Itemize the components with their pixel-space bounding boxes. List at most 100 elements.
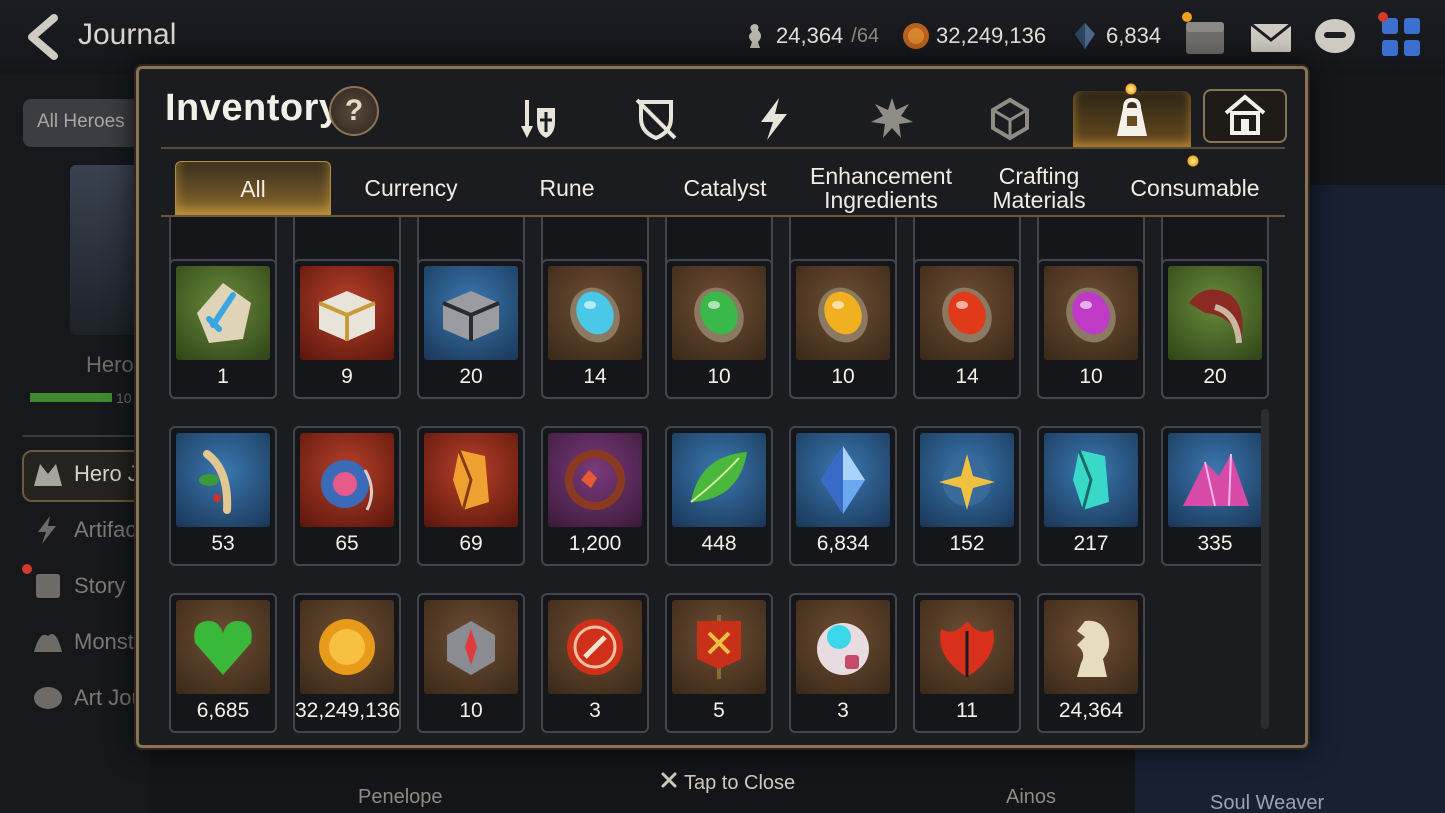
red-leaf-icon [940, 621, 994, 677]
inventory-item[interactable]: 14 [541, 259, 649, 399]
top-bar: Journal 24,364/64 32,249,136 6,834 [0, 0, 1445, 74]
tab-crafting-materials[interactable]: Crafting Materials [961, 161, 1117, 215]
gold-coin-icon [319, 619, 375, 675]
hero-label: Hero [86, 352, 134, 377]
tab-items[interactable] [1073, 91, 1191, 147]
inventory-item[interactable]: 9 [293, 259, 401, 399]
item-art [548, 600, 642, 694]
war-banner-icon [697, 615, 741, 679]
tab-all[interactable]: All [175, 161, 331, 215]
stamina-max: /64 [851, 24, 880, 47]
inventory-item[interactable]: 5 [665, 593, 773, 733]
inventory-item[interactable]: 6,834 [789, 426, 897, 566]
tab-special[interactable] [833, 91, 951, 147]
help-button[interactable]: ? [329, 86, 379, 136]
tab-artifact[interactable] [951, 91, 1069, 147]
item-quantity: 65 [335, 532, 359, 555]
inventory-item[interactable]: 14 [913, 259, 1021, 399]
bag-icon [1117, 97, 1147, 136]
item-art [176, 433, 270, 527]
story-icon [30, 570, 66, 602]
inventory-item[interactable]: 10 [1037, 259, 1145, 399]
tab-home[interactable] [1203, 89, 1287, 143]
item-art [300, 266, 394, 360]
item-art [300, 600, 394, 694]
inventory-item[interactable]: 20 [1161, 259, 1269, 399]
shop-chest-icon[interactable] [1182, 16, 1228, 58]
tab-enhancement-ingredients[interactable]: Enhancement Ingredients [803, 161, 959, 215]
skystone-resource[interactable]: 6,834 [1072, 22, 1161, 50]
item-quantity: 10 [1079, 365, 1103, 388]
inventory-item[interactable]: 65 [293, 426, 401, 566]
inventory-item[interactable]: 1 [169, 259, 277, 399]
sidebar-item-artifact[interactable]: Artifact [30, 514, 142, 546]
inventory-item[interactable]: 1,200 [541, 426, 649, 566]
item-quantity: 335 [1197, 532, 1233, 555]
item-quantity: 10 [831, 365, 855, 388]
inventory-item[interactable]: 20 [417, 259, 525, 399]
inventory-grid: 1 9 20 14 10 10 14 10 20 53 65 69 1,200 448 6,834 152 21… [139, 217, 1305, 745]
page-title: Journal [78, 18, 177, 51]
stone-compass-icon [447, 621, 495, 675]
inventory-item[interactable]: 3 [789, 593, 897, 733]
item-quantity: 5 [713, 699, 725, 722]
inventory-item[interactable]: 10 [665, 259, 773, 399]
inventory-item[interactable]: 69 [417, 426, 525, 566]
inventory-item[interactable]: 217 [1037, 426, 1145, 566]
inventory-item[interactable]: 53 [169, 426, 277, 566]
flame-crystal-icon [453, 449, 489, 511]
skystone-icon [821, 446, 865, 514]
inventory-item[interactable]: 11 [913, 593, 1021, 733]
inventory-item[interactable]: 10 [417, 593, 525, 733]
item-art [424, 433, 518, 527]
inventory-scrollbar[interactable] [1261, 409, 1269, 729]
stamina-resource[interactable]: 24,364/64 [742, 22, 879, 50]
teal-crystal-icon [1073, 449, 1109, 511]
back-arrow-icon[interactable] [22, 14, 64, 60]
inventory-item[interactable]: 6,685 [169, 593, 277, 733]
inventory-item[interactable]: 3 [541, 593, 649, 733]
item-art [300, 433, 394, 527]
item-art [424, 600, 518, 694]
tab-exclusive-equipment[interactable] [597, 91, 715, 147]
inventory-item[interactable]: 152 [913, 426, 1021, 566]
red-seal-icon [567, 619, 623, 675]
tab-equipment[interactable] [479, 91, 597, 147]
item-art [176, 600, 270, 694]
sidebar-divider [22, 435, 150, 437]
notification-dot [1378, 12, 1388, 22]
inventory-item[interactable]: 10 [789, 259, 897, 399]
house-icon [1224, 94, 1266, 135]
menu-grid-icon[interactable] [1378, 16, 1424, 58]
mail-icon[interactable] [1248, 16, 1294, 58]
tab-consumable[interactable]: Consumable [1117, 161, 1273, 215]
earth-gem-icon [694, 287, 744, 343]
gold-value: 32,249,136 [936, 23, 1047, 48]
chat-icon[interactable] [1312, 16, 1358, 58]
item-quantity: 152 [949, 532, 985, 555]
item-quantity: 9 [341, 365, 353, 388]
dark-gem-icon [1066, 287, 1116, 343]
gold-resource[interactable]: 32,249,136 [902, 22, 1046, 50]
item-quantity: 3 [837, 699, 849, 722]
soul-weaver-label: Soul Weaver [1210, 792, 1325, 813]
pink-crystal-icon [1183, 453, 1249, 507]
skystone-icon [1072, 22, 1098, 50]
inventory-item[interactable]: 24,364 [1037, 593, 1145, 733]
inventory-item[interactable]: 448 [665, 426, 773, 566]
sidebar-item-monster[interactable]: Monster [30, 626, 153, 658]
inventory-item[interactable]: 32,249,136 [293, 593, 401, 733]
fire-gem-icon [942, 287, 992, 343]
item-art [796, 433, 890, 527]
item-quantity: 3 [589, 699, 601, 722]
tab-skill[interactable] [715, 91, 833, 147]
tap-to-close[interactable]: Tap to Close [660, 771, 795, 795]
inventory-item[interactable]: 335 [1161, 426, 1269, 566]
sidebar-item-story[interactable]: Story [30, 570, 125, 602]
tab-rune[interactable]: Rune [489, 161, 645, 215]
silver-chest-icon [442, 291, 500, 341]
item-quantity: 10 [707, 365, 731, 388]
hero-filter-button[interactable]: All Heroes [23, 99, 153, 147]
tab-catalyst[interactable]: Catalyst [647, 161, 803, 215]
tab-currency[interactable]: Currency [333, 161, 489, 215]
